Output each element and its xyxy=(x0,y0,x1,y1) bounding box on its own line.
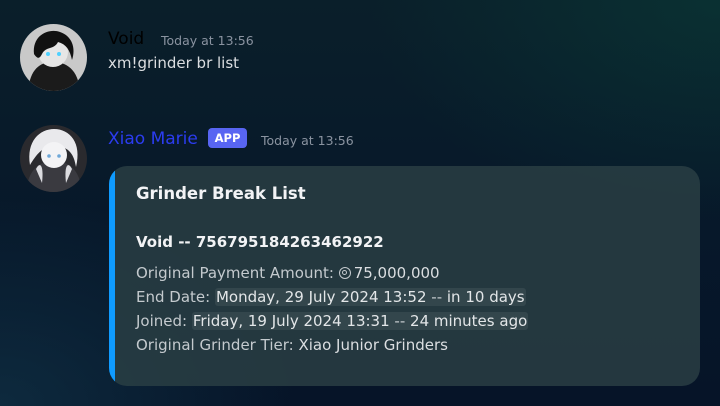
author-name[interactable]: Xiao Marie xyxy=(108,129,198,149)
end-date-timestamp[interactable]: Monday, 29 July 2024 13:52 -- in 10 days xyxy=(214,288,526,306)
end-date-line: End Date: Monday, 29 July 2024 13:52 -- … xyxy=(136,288,526,306)
embed-field-name: Void -- 756795184263462922 xyxy=(136,233,384,251)
embed-accent-bar xyxy=(109,166,115,386)
app-badge: APP xyxy=(208,128,247,148)
coin-icon xyxy=(338,267,351,279)
payment-label: Original Payment Amount: xyxy=(136,264,334,282)
message-timestamp: Today at 13:56 xyxy=(261,133,354,148)
message-timestamp: Today at 13:56 xyxy=(161,33,254,48)
joined-label: Joined: xyxy=(136,312,188,330)
embed-title: Grinder Break List xyxy=(136,184,306,203)
user-avatar-icon[interactable] xyxy=(20,24,87,91)
tier-line: Original Grinder Tier: Xiao Junior Grind… xyxy=(136,336,448,354)
embed-card: Grinder Break List Void -- 7567951842634… xyxy=(109,166,700,386)
message-text: xm!grinder br list xyxy=(108,54,240,72)
bot-avatar-icon[interactable] xyxy=(20,125,87,192)
joined-timestamp[interactable]: Friday, 19 July 2024 13:31 -- 24 minutes… xyxy=(191,312,529,330)
payment-value: 75,000,000 xyxy=(353,264,440,282)
tier-value: Xiao Junior Grinders xyxy=(298,336,448,354)
end-date-label: End Date: xyxy=(136,288,211,306)
tier-label: Original Grinder Tier: xyxy=(136,336,294,354)
joined-line: Joined: Friday, 19 July 2024 13:31 -- 24… xyxy=(136,312,529,330)
payment-line: Original Payment Amount: 75,000,000 xyxy=(136,264,440,282)
author-name[interactable]: Void xyxy=(108,29,144,49)
